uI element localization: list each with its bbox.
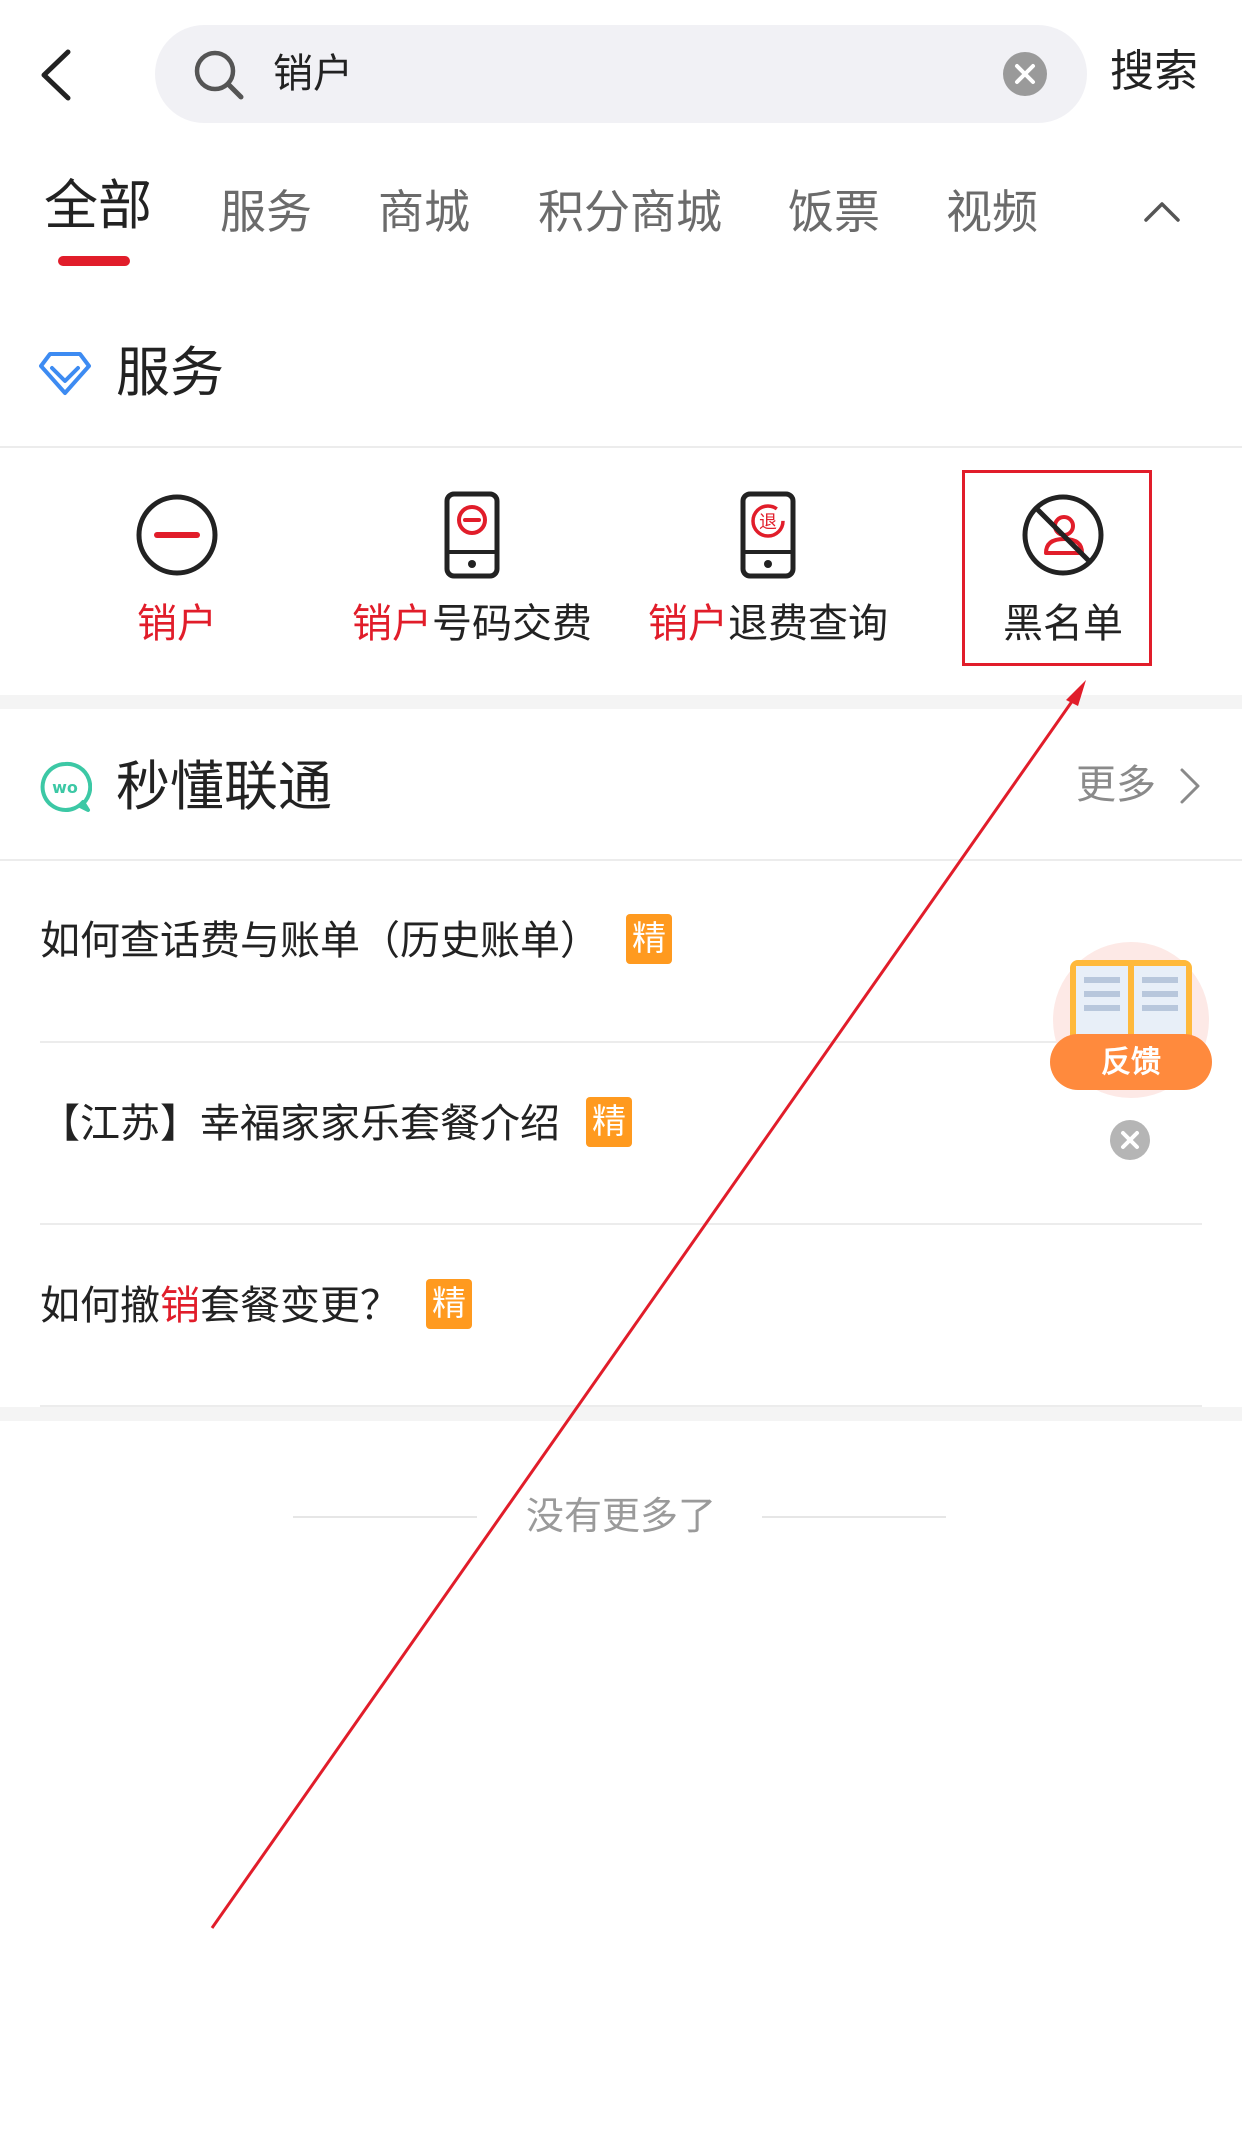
close-feedback-button[interactable]: [1110, 1120, 1150, 1160]
service-close-account[interactable]: 销户: [27, 490, 327, 670]
tab-points-mall[interactable]: 积分商城: [538, 180, 722, 244]
svg-text:退: 退: [759, 512, 777, 533]
service-close-account-refund[interactable]: 退 销户退费查询: [618, 490, 918, 670]
chevron-up-icon: [1144, 202, 1180, 222]
search-submit-button[interactable]: 搜索: [1110, 42, 1198, 102]
divider: [0, 446, 1242, 448]
svg-text:wo: wo: [52, 778, 78, 797]
tab-all[interactable]: 全部: [44, 174, 152, 238]
wo-logo-icon: wo: [40, 761, 92, 812]
tab-mall[interactable]: 商城: [378, 180, 470, 244]
search-icon: [194, 50, 244, 100]
service-blacklist[interactable]: 黑名单: [913, 490, 1213, 670]
clear-search-button[interactable]: [1003, 52, 1047, 96]
chevron-left-icon: [41, 49, 71, 101]
service-label: 销户号码交费: [352, 601, 592, 647]
search-query-text: 销户: [273, 51, 353, 97]
collapse-tabs-button[interactable]: [1140, 190, 1184, 234]
article-title: 如何撤销套餐变更？精: [40, 1271, 472, 1341]
phone-refund-icon: 退: [740, 491, 796, 579]
knowledge-section-title: 秒懂联通: [116, 755, 332, 818]
close-icon: [1121, 1131, 1139, 1149]
diamond-icon: [39, 352, 91, 395]
tab-video[interactable]: 视频: [946, 180, 1038, 244]
service-label: 黑名单: [1003, 601, 1123, 647]
end-of-list: 没有更多了: [0, 1488, 1242, 1548]
article-title: 【江苏】幸福家家乐套餐介绍精: [40, 1089, 632, 1159]
service-label: 销户退费查询: [648, 601, 888, 647]
featured-badge: 精: [426, 1279, 472, 1329]
services-section-title: 服务: [116, 341, 224, 404]
article-title: 如何查话费与账单（历史账单）精: [40, 906, 672, 976]
feedback-book-icon: 反馈: [1050, 942, 1212, 1098]
list-item[interactable]: 如何撤销套餐变更？精: [40, 1215, 1200, 1395]
list-item[interactable]: 如何查话费与账单（历史账单）精: [40, 850, 1200, 1030]
phone-cancel-icon: [444, 491, 500, 579]
search-input[interactable]: 销户: [155, 25, 1087, 123]
active-tab-indicator: [58, 256, 130, 266]
service-close-account-pay[interactable]: 销户号码交费: [322, 490, 622, 670]
back-button[interactable]: [30, 40, 90, 110]
featured-badge: 精: [626, 914, 672, 964]
no-more-text: 没有更多了: [525, 1494, 716, 1538]
top-bar: 销户 搜索: [0, 0, 1242, 150]
feedback-widget[interactable]: 反馈: [1046, 940, 1216, 1110]
svg-text:反馈: 反馈: [1101, 1045, 1161, 1080]
tab-services[interactable]: 服务: [220, 180, 312, 244]
chevron-right-icon: [1180, 768, 1200, 804]
service-label: 销户: [137, 601, 217, 647]
section-gap: [0, 695, 1242, 709]
tab-meal-tickets[interactable]: 饭票: [788, 180, 880, 244]
list-item[interactable]: 【江苏】幸福家家乐套餐介绍精: [40, 1033, 1200, 1213]
more-link[interactable]: 更多: [1076, 757, 1156, 813]
featured-badge: 精: [586, 1097, 632, 1147]
section-gap: [0, 1407, 1242, 1421]
category-tabs: 全部 服务 商城 积分商城 饭票 视频: [0, 170, 1242, 280]
close-icon: [1015, 64, 1035, 84]
blocked-user-icon: [1022, 494, 1104, 576]
minus-circle-icon: [136, 494, 218, 576]
